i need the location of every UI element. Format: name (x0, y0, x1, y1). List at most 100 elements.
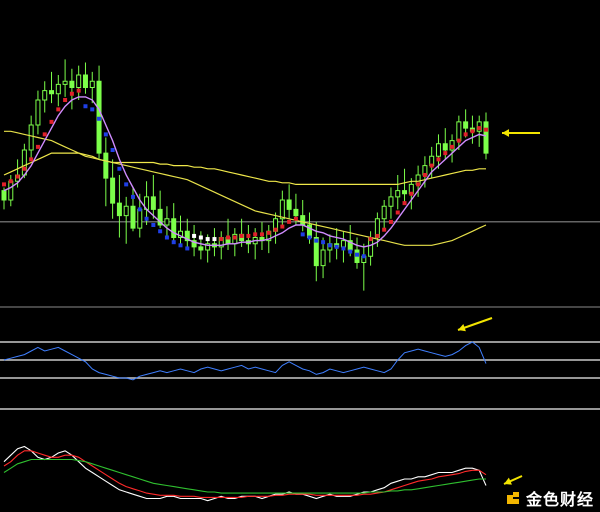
candle (361, 243, 367, 291)
candle (123, 196, 129, 244)
candle (82, 62, 88, 94)
signal-dot (259, 232, 264, 237)
candle-body (8, 180, 14, 201)
signal-dot (103, 132, 108, 137)
candle (28, 115, 34, 160)
signal-dot (117, 166, 122, 171)
candle (279, 190, 285, 229)
candle (62, 59, 68, 97)
candle-body (35, 99, 41, 126)
candle (116, 175, 122, 238)
signal-dot (90, 107, 95, 112)
candle (476, 115, 482, 147)
candle-body (402, 190, 408, 195)
signal-dot (76, 88, 81, 93)
signal-dot (171, 240, 176, 245)
signal-dot (124, 182, 129, 187)
signal-dot (158, 229, 163, 234)
signal-dot (341, 246, 346, 251)
candle (198, 231, 204, 260)
signal-dot (198, 235, 203, 240)
signal-dot (382, 227, 387, 232)
signal-dot (300, 232, 305, 237)
candle-body (1, 190, 7, 201)
signal-dot (307, 235, 312, 240)
signal-dot (409, 191, 414, 196)
candle (402, 168, 408, 204)
candle (388, 187, 394, 219)
candle-body (89, 80, 95, 88)
oscillator-panel[interactable] (0, 341, 600, 410)
signal-dot (287, 219, 292, 224)
candle-body (28, 124, 34, 151)
candle (381, 200, 387, 232)
trading-chart[interactable] (0, 0, 600, 512)
signal-dot (443, 151, 448, 156)
candle-body (435, 143, 441, 157)
candle-body (150, 196, 156, 210)
signal-dot (456, 138, 461, 143)
signal-dot (463, 132, 468, 137)
candle-body (279, 199, 285, 220)
candle-body (69, 80, 75, 88)
candle (300, 200, 306, 232)
signal-dot (361, 254, 366, 259)
candle (69, 68, 75, 110)
arrow-macd (503, 475, 523, 485)
candle-body (381, 205, 387, 220)
watermark: 金色财经 (504, 487, 594, 509)
signal-dot (416, 182, 421, 187)
candle (286, 184, 292, 219)
candle (395, 175, 401, 210)
signal-dot (144, 216, 149, 221)
candle (171, 203, 177, 244)
candle (184, 218, 190, 250)
signal-dot (130, 194, 135, 199)
signal-dot (429, 163, 434, 168)
candle-body (395, 190, 401, 198)
signal-dot (232, 235, 237, 240)
signal-dot (266, 230, 271, 235)
macd-red-line (3, 450, 487, 498)
price-panel[interactable] (0, 59, 600, 308)
candle-body (164, 218, 170, 226)
signal-dot (110, 148, 115, 152)
candle-body (116, 202, 122, 217)
candle (334, 228, 340, 260)
candle (368, 231, 374, 266)
signal-dot (8, 179, 13, 184)
candle (103, 137, 109, 207)
signal-dot (327, 243, 332, 248)
jinse-logo-icon (504, 490, 521, 506)
signal-dot (35, 144, 40, 149)
candle-body (463, 121, 469, 129)
candle (232, 228, 238, 257)
candle-body (130, 205, 136, 229)
signal-dot (348, 249, 353, 254)
signal-dot (355, 252, 360, 257)
signal-dot (293, 216, 298, 221)
signal-dot (56, 107, 61, 112)
macd-green-line (3, 458, 486, 494)
signal-dot (178, 243, 183, 248)
candle (49, 71, 55, 104)
candle (1, 187, 7, 210)
candle-body (49, 90, 55, 95)
candle-body (103, 152, 109, 179)
candle (164, 206, 170, 238)
signal-dot (2, 182, 6, 187)
candle-body (82, 74, 88, 88)
macd-panel[interactable] (3, 445, 487, 502)
signal-dot (49, 119, 54, 124)
candle-body (483, 121, 489, 154)
signal-dot (15, 174, 20, 179)
signal-dot (314, 238, 319, 243)
candle (327, 234, 333, 263)
candle-body (340, 240, 346, 248)
arrow-price (502, 129, 540, 137)
signal-dot (192, 233, 197, 238)
candle-body (300, 215, 306, 226)
oscillator-line (3, 341, 487, 381)
signal-dot (253, 232, 258, 237)
signal-dot (137, 207, 142, 212)
